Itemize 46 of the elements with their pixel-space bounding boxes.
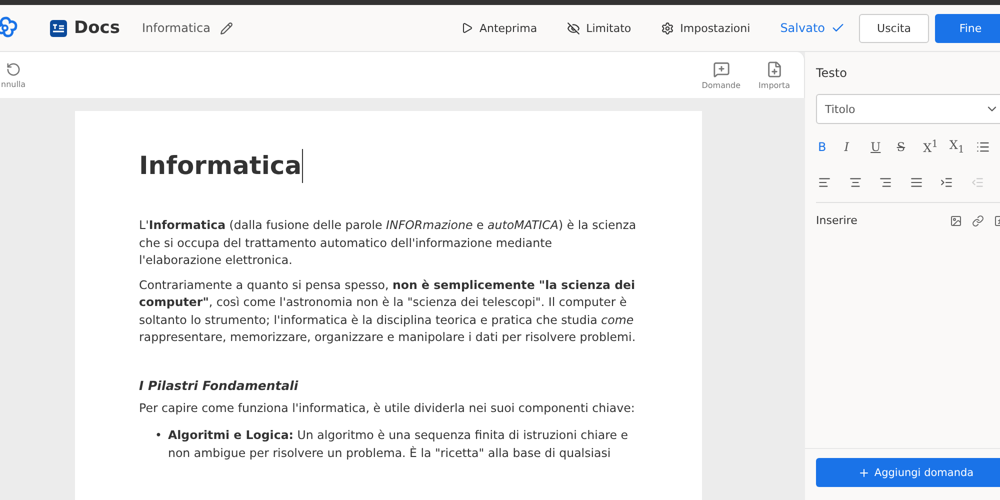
app-name: Docs (74, 18, 120, 38)
insert-label: Inserire (816, 214, 858, 227)
done-button[interactable]: Fine (935, 14, 1000, 42)
paragraph: Per capire come funziona l'informatica, è utile dividerla nei suoi componenti chiave: (139, 400, 636, 416)
paragraph: L'Informatica (dalla fusione delle parole INFORmazione e autoMATICA) è la scienza che si occupa del trattamento automatico dell'informazione mediante l'elaborazione elettronica. (139, 217, 638, 269)
align-center-icon (848, 176, 862, 188)
align-justify-icon (910, 176, 922, 188)
import-button[interactable]: Importa (758, 60, 790, 90)
subscript-button[interactable]: X$_{1}$ (949, 138, 974, 156)
paragraph: Contrariamente a quanto si pensa spesso, non è semplicemente "la scienza dei computer", così come l'astronomia non è la "scienza dei telescopi". Il computer è soltanto lo strumento; l'informatica è la disciplina teorica e pratica che studia come rappresentare, memorizzare, organizzare e manipolare i dati per risolvere problemi. (139, 276, 637, 346)
save-status: Salvato (780, 21, 845, 35)
document-app-icon (50, 20, 67, 36)
align-outdent-icon (970, 176, 984, 188)
play-icon (461, 22, 474, 34)
italic-button[interactable]: I (844, 140, 869, 154)
plus-icon (858, 466, 870, 478)
file-plus-icon (766, 60, 783, 78)
settings-icon (661, 22, 674, 34)
section-title: Testo (816, 66, 848, 80)
toolbar-action[interactable]: Limitato (567, 22, 632, 34)
align-right-icon (879, 176, 892, 188)
section-heading: I Pilastri Fondamentali (139, 378, 300, 392)
superscript-button[interactable]: X$^{1}$ (923, 139, 948, 155)
toolbar-action[interactable]: Impostazioni (661, 22, 750, 34)
document-title: Informatica (142, 21, 210, 35)
speech-bubble-plus-icon (712, 60, 730, 78)
align-indent-icon (940, 176, 953, 188)
bullet-marker: • (155, 427, 162, 444)
document-heading: Informatica (139, 149, 303, 183)
questions-button[interactable]: Domande (702, 60, 741, 90)
eye-off-icon (567, 22, 580, 34)
pencil-icon[interactable] (220, 22, 234, 34)
undo-icon (6, 62, 21, 76)
image-icon[interactable] (950, 214, 962, 226)
style-select[interactable]: Titolo (816, 94, 1000, 124)
list-icon (976, 140, 990, 154)
exit-button[interactable]: Uscita (859, 14, 929, 42)
undo-button[interactable]: nnulla (1, 62, 26, 88)
bold-button[interactable]: B (818, 140, 842, 154)
bullet-text: Algoritmi e Logica: Un algoritmo è una sequenza finita di istruzioni chiare e non ambigue per risolvere un problema. È la "ricetta" alla base di qualsiasi (168, 427, 629, 462)
underline-button[interactable]: U (870, 140, 895, 154)
link-icon[interactable] (972, 214, 984, 226)
align-left-icon (818, 176, 831, 188)
toolbar-action[interactable]: Anteprima (461, 22, 538, 34)
strikethrough-button[interactable]: S (896, 140, 922, 154)
add-question-button[interactable]: Aggiungi domanda (816, 458, 1000, 487)
